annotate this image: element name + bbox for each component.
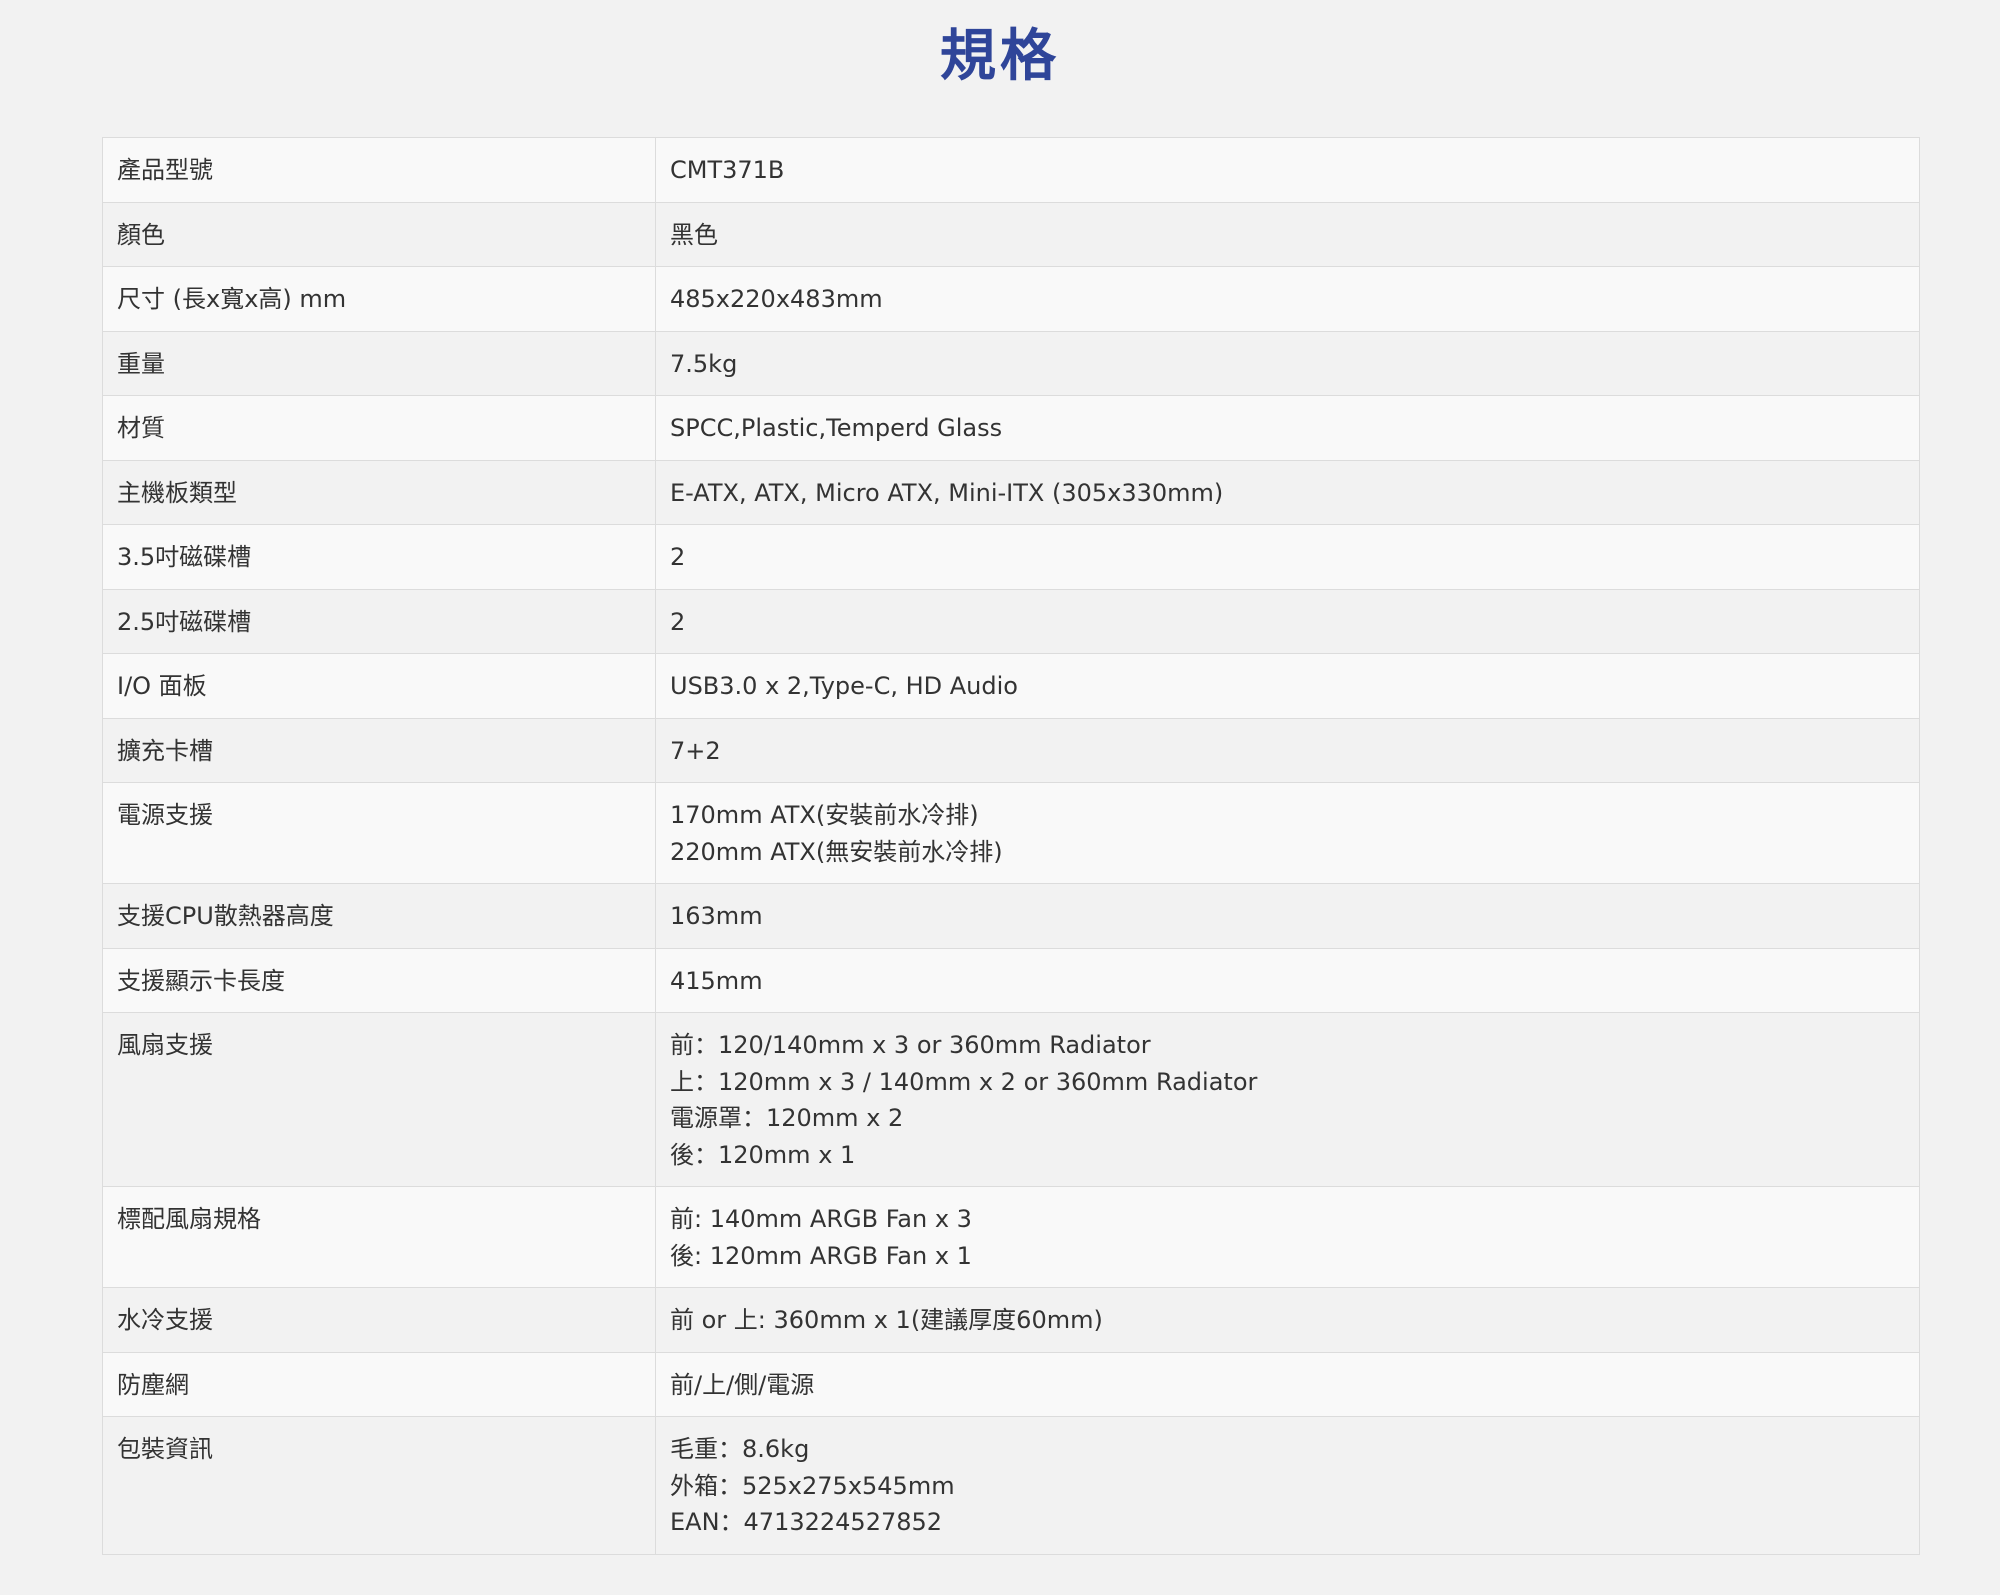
spec-value: 163mm — [655, 883, 1920, 949]
spec-value-line: CMT371B — [670, 156, 785, 184]
spec-value: 2 — [655, 524, 1920, 590]
spec-row: 標配風扇規格 前: 140mm ARGB Fan x 3 後: 120mm ARGB… — [102, 1186, 1920, 1288]
spec-value-line: E-ATX, ATX, Micro ATX, Mini-ITX (305x330… — [670, 478, 1224, 507]
spec-row: 產品型號 CMT371B — [102, 137, 1920, 203]
spec-value-line: 上：120mm x 3 / 140mm x 2 or 360mm Radiato… — [670, 1067, 1258, 1096]
spec-value-line: 170mm ATX(安裝前水冷排) — [670, 801, 979, 829]
spec-value-line: 前/上/側/電源 — [670, 1370, 815, 1399]
spec-value-line: 後: 120mm ARGB Fan x 1 — [670, 1241, 972, 1270]
spec-value: SPCC,Plastic,Temperd Glass — [655, 395, 1920, 461]
spec-row: 包裝資訊 毛重：8.6kg 外箱：525x275x545mm EAN：47132245… — [102, 1416, 1920, 1555]
spec-row: 擴充卡槽 7+2 — [102, 717, 1920, 783]
spec-value: E-ATX, ATX, Micro ATX, Mini-ITX (305x330… — [655, 459, 1920, 525]
spec-label: 水冷支援 — [102, 1287, 656, 1353]
spec-label: 防塵網 — [102, 1351, 656, 1417]
spec-value: 前: 140mm ARGB Fan x 3 後: 120mm ARGB Fan x… — [655, 1186, 1920, 1288]
spec-value-line: 220mm ATX(無安裝前水冷排) — [670, 837, 1003, 866]
spec-value-line: 163mm — [670, 902, 763, 930]
spec-value-line: 7+2 — [670, 736, 721, 765]
spec-table: 產品型號 CMT371B 顏色 黑色 尺寸 (長x寬x高) mm 485x220x483m… — [102, 137, 1920, 1555]
spec-row: 防塵網 前/上/側/電源 — [102, 1351, 1920, 1417]
spec-value-line: 7.5kg — [670, 349, 738, 378]
spec-label: 材質 — [102, 395, 656, 461]
spec-value-line: 毛重：8.6kg — [670, 1435, 810, 1463]
spec-value: 2 — [655, 588, 1920, 654]
spec-row: 顏色 黑色 — [102, 201, 1920, 267]
spec-label: 重量 — [102, 330, 656, 396]
spec-value: 黑色 — [655, 201, 1920, 267]
spec-row: 支援CPU散熱器高度 163mm — [102, 883, 1920, 949]
spec-value-line: 後：120mm x 1 — [670, 1140, 856, 1169]
spec-label: 支援CPU散熱器高度 — [102, 883, 656, 949]
spec-label: 電源支援 — [102, 782, 656, 884]
spec-label: 2.5吋磁碟槽 — [102, 588, 656, 654]
spec-value-line: 415mm — [670, 966, 763, 995]
spec-label: 3.5吋磁碟槽 — [102, 524, 656, 590]
spec-label: 支援顯示卡長度 — [102, 947, 656, 1013]
spec-label: 顏色 — [102, 201, 656, 267]
spec-value-line: 2 — [670, 607, 686, 636]
spec-row: I/O 面板 USB3.0 x 2,Type-C, HD Audio — [102, 653, 1920, 719]
spec-value-line: 前：120/140mm x 3 or 360mm Radiator — [670, 1031, 1151, 1059]
spec-label: 主機板類型 — [102, 459, 656, 525]
page-title: 規格 — [940, 24, 1060, 89]
spec-row: 電源支援 170mm ATX(安裝前水冷排) 220mm ATX(無安裝前水冷排) — [102, 782, 1920, 884]
spec-row: 重量 7.5kg — [102, 330, 1920, 396]
spec-table-body: 產品型號 CMT371B 顏色 黑色 尺寸 (長x寬x高) mm 485x220x483m… — [102, 137, 1920, 1555]
spec-value-line: 外箱：525x275x545mm — [670, 1471, 955, 1500]
spec-value-line: EAN：4713224527852 — [670, 1508, 943, 1536]
spec-value: 170mm ATX(安裝前水冷排) 220mm ATX(無安裝前水冷排) — [655, 782, 1920, 884]
spec-value-line: 前: 140mm ARGB Fan x 3 — [670, 1205, 972, 1233]
spec-label: I/O 面板 — [102, 653, 656, 719]
spec-value-line: 電源罩：120mm x 2 — [670, 1104, 904, 1132]
spec-row: 水冷支援前 or 上: 360mm x 1(建議厚度60mm) — [102, 1287, 1920, 1353]
spec-row: 3.5吋磁碟槽 2 — [102, 524, 1920, 590]
spec-value-line: USB3.0 x 2,Type-C, HD Audio — [670, 672, 1018, 700]
spec-label: 標配風扇規格 — [102, 1186, 656, 1288]
spec-label: 產品型號 — [102, 137, 656, 203]
spec-value-line: 2 — [670, 543, 686, 571]
spec-value-line: SPCC,Plastic,Temperd Glass — [670, 414, 1003, 442]
spec-label: 風扇支援 — [102, 1012, 656, 1187]
spec-row: 材質 SPCC,Plastic,Temperd Glass — [102, 395, 1920, 461]
spec-row: 尺寸 (長x寬x高) mm 485x220x483mm — [102, 266, 1920, 332]
spec-value: 毛重：8.6kg 外箱：525x275x545mm EAN：471322452785… — [655, 1416, 1920, 1555]
spec-label: 包裝資訊 — [102, 1416, 656, 1555]
spec-value: USB3.0 x 2,Type-C, HD Audio — [655, 653, 1920, 719]
spec-value: 前：120/140mm x 3 or 360mm Radiator 上：120mm… — [655, 1012, 1920, 1187]
spec-value: CMT371B — [655, 137, 1920, 203]
spec-value: 7+2 — [655, 717, 1920, 783]
spec-value: 7.5kg — [655, 330, 1920, 396]
spec-label: 擴充卡槽 — [102, 717, 656, 783]
spec-row: 支援顯示卡長度 415mm — [102, 947, 1920, 1013]
spec-value-line: 485x220x483mm — [670, 285, 883, 313]
spec-value-line: 黑色 — [670, 220, 718, 249]
spec-value: 前/上/側/電源 — [655, 1351, 1920, 1417]
spec-row: 主機板類型 E-ATX, ATX, Micro ATX, Mini-ITX (30… — [102, 459, 1920, 525]
spec-value: 485x220x483mm — [655, 266, 1920, 332]
spec-value: 前 or 上: 360mm x 1(建議厚度60mm) — [655, 1287, 1920, 1353]
spec-row: 2.5吋磁碟槽 2 — [102, 588, 1920, 654]
spec-row: 風扇支援 前：120/140mm x 3 or 360mm Radiator 上：1… — [102, 1012, 1920, 1187]
spec-value: 415mm — [655, 947, 1920, 1013]
spec-label: 尺寸 (長x寬x高) mm — [102, 266, 656, 332]
spec-value-line: 前 or 上: 360mm x 1(建議厚度60mm) — [670, 1306, 1103, 1334]
